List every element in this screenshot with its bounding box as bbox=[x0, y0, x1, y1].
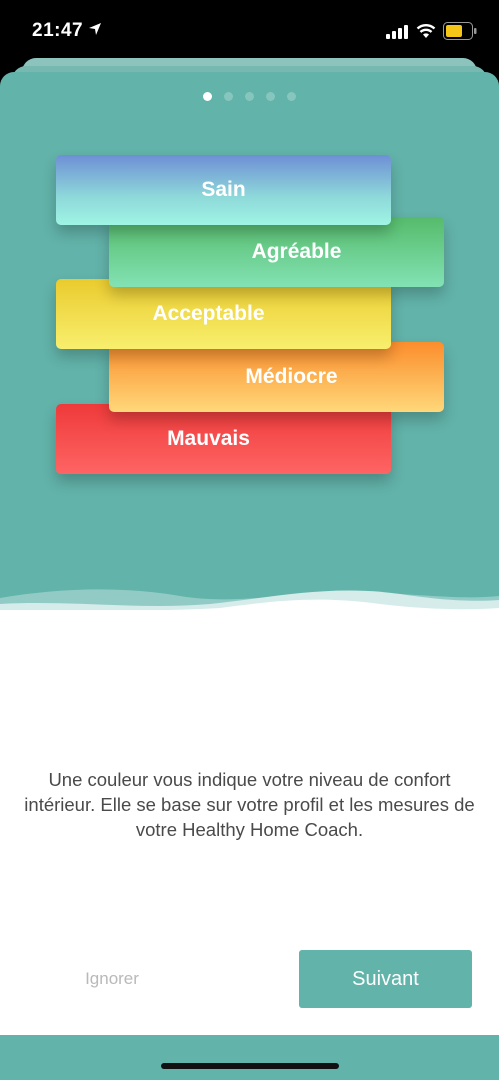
onboarding-description: Une couleur vous indique votre niveau de… bbox=[24, 768, 475, 840]
comfort-level-label: Agréable bbox=[251, 240, 342, 263]
home-indicator[interactable] bbox=[161, 1063, 339, 1069]
comfort-level-mediocre: Médiocre bbox=[109, 342, 444, 412]
signal-icon bbox=[386, 25, 408, 39]
onboarding-illustration-panel: Sain Agréable Acceptable Médiocre Mauvai… bbox=[0, 72, 499, 632]
location-arrow-icon bbox=[89, 23, 101, 35]
comfort-level-label: Acceptable bbox=[152, 302, 265, 325]
wifi-icon bbox=[416, 24, 436, 38]
skip-button[interactable]: Ignorer bbox=[62, 950, 162, 1008]
next-button[interactable]: Suivant bbox=[299, 950, 472, 1008]
status-bar: 21:47 bbox=[0, 0, 499, 62]
page-indicator bbox=[0, 92, 499, 101]
onboarding-text-panel: Une couleur vous indique votre niveau de… bbox=[0, 610, 499, 1035]
comfort-level-label: Mauvais bbox=[167, 427, 250, 450]
comfort-level-acceptable: Acceptable bbox=[56, 279, 391, 349]
page-dot-3[interactable] bbox=[245, 92, 254, 101]
comfort-level-sain: Sain bbox=[56, 155, 391, 225]
comfort-level-label: Sain bbox=[201, 178, 246, 201]
comfort-level-agreable: Agréable bbox=[109, 217, 444, 287]
page-dot-2[interactable] bbox=[224, 92, 233, 101]
footer-strip bbox=[0, 1035, 499, 1080]
comfort-level-mauvais: Mauvais bbox=[56, 404, 391, 474]
battery-icon bbox=[443, 22, 477, 40]
comfort-level-label: Médiocre bbox=[245, 365, 338, 388]
status-time: 21:47 bbox=[32, 20, 84, 41]
page-dot-5[interactable] bbox=[287, 92, 296, 101]
page-dot-4[interactable] bbox=[266, 92, 275, 101]
page-dot-1[interactable] bbox=[203, 92, 212, 101]
